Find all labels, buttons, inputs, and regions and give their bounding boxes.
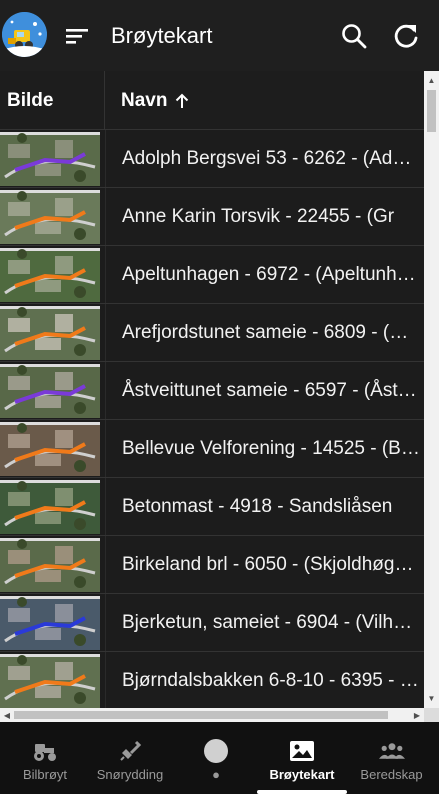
property-name[interactable]: Arefjordstunet sameie - 6809 - (Arefjord… bbox=[122, 304, 420, 361]
property-name[interactable]: Bellevue Velforening - 14525 - (Bellevue… bbox=[122, 420, 420, 477]
map-thumbnail[interactable] bbox=[0, 422, 100, 476]
property-name[interactable]: Bjørndalsbakken 6-8-10 - 6395 - (Bjørnda… bbox=[122, 652, 420, 709]
map-thumbnail[interactable] bbox=[0, 190, 100, 244]
column-divider bbox=[105, 420, 106, 477]
table-row[interactable]: Arefjordstunet sameie - 6809 - (Arefjord… bbox=[0, 304, 424, 362]
sort-menu-icon[interactable] bbox=[62, 22, 90, 50]
table-row[interactable]: Bjerketun, sameiet - 6904 - (Vilhelm) bbox=[0, 594, 424, 652]
column-divider bbox=[105, 478, 106, 535]
map-thumbnail[interactable] bbox=[0, 480, 100, 534]
scroll-up-arrow[interactable]: ▲ bbox=[424, 73, 439, 88]
page-title: Brøytekart bbox=[111, 23, 213, 48]
refresh-icon[interactable] bbox=[392, 22, 420, 50]
sort-ascending-icon bbox=[176, 93, 189, 108]
nav-item-label: ● bbox=[212, 767, 220, 782]
map-thumbnail[interactable] bbox=[0, 538, 100, 592]
property-name[interactable]: Apeltunhagen - 6972 - (Apeltunhagen) bbox=[122, 246, 420, 303]
image-icon bbox=[289, 738, 315, 764]
column-divider bbox=[105, 188, 106, 245]
table-row[interactable]: Bellevue Velforening - 14525 - (Bellevue… bbox=[0, 420, 424, 478]
column-divider bbox=[105, 536, 106, 593]
shovel-icon bbox=[117, 738, 143, 764]
scroll-right-arrow[interactable]: ▶ bbox=[410, 708, 424, 722]
nav-item[interactable]: Brøytekart bbox=[257, 722, 347, 794]
scroll-corner bbox=[424, 708, 439, 722]
nav-item-label: Brøytekart bbox=[269, 767, 335, 782]
column-divider bbox=[105, 130, 106, 187]
column-divider bbox=[105, 652, 106, 709]
nav-item-label: Bilbrøyt bbox=[22, 767, 68, 782]
property-name[interactable]: Adolph Bergsvei 53 - 6262 - (Adolph Berg… bbox=[122, 130, 420, 187]
column-header-image[interactable]: Bilde bbox=[0, 71, 105, 130]
table-row[interactable]: Apeltunhagen - 6972 - (Apeltunhagen) bbox=[0, 246, 424, 304]
bottom-navigation: Bilbrøyt Snørydding ● Brøytekart Beredskap bbox=[0, 722, 439, 794]
tractor-icon bbox=[32, 738, 58, 764]
map-thumbnail[interactable] bbox=[0, 364, 100, 418]
home-indicator bbox=[257, 790, 347, 794]
nav-item[interactable]: ● bbox=[175, 722, 257, 794]
table-row[interactable]: Bjørndalsbakken 6-8-10 - 6395 - (Bjørnda… bbox=[0, 652, 424, 710]
people-icon bbox=[378, 738, 405, 764]
property-name[interactable]: Åstveittunet sameie - 6597 - (Åstveittun… bbox=[122, 362, 420, 419]
app-logo[interactable] bbox=[2, 12, 47, 57]
scroll-down-arrow[interactable]: ▼ bbox=[424, 691, 439, 706]
property-name[interactable]: Birkeland brl - 6050 - (Skjoldhøgda) bbox=[122, 536, 420, 593]
table-row[interactable]: Betonmast - 4918 - Sandsliåsen bbox=[0, 478, 424, 536]
scroll-left-arrow[interactable]: ◀ bbox=[0, 708, 14, 722]
app-bar: Brøytekart bbox=[0, 0, 439, 71]
property-name[interactable]: Betonmast - 4918 - Sandsliåsen bbox=[122, 478, 420, 535]
table-row[interactable]: Birkeland brl - 6050 - (Skjoldhøgda) bbox=[0, 536, 424, 594]
map-thumbnail[interactable] bbox=[0, 654, 100, 708]
column-divider bbox=[105, 246, 106, 303]
column-divider bbox=[105, 304, 106, 361]
vertical-scrollbar[interactable]: ▲ ▼ bbox=[424, 71, 439, 708]
nav-item[interactable]: Bilbrøyt bbox=[0, 722, 90, 794]
column-header-name[interactable]: Navn bbox=[106, 71, 191, 130]
nav-item-label: Snørydding bbox=[96, 767, 164, 782]
property-name[interactable]: Bjerketun, sameiet - 6904 - (Vilhelm) bbox=[122, 594, 420, 651]
column-header-name-label: Navn bbox=[121, 90, 168, 111]
search-icon[interactable] bbox=[340, 22, 368, 50]
table-row[interactable]: Anne Karin Torsvik - 22455 - (Gr bbox=[0, 188, 424, 246]
map-thumbnail[interactable] bbox=[0, 596, 100, 650]
property-table: Bilde Navn Adolph Bergsvei 53 - 6262 - (… bbox=[0, 71, 439, 722]
property-name[interactable]: Anne Karin Torsvik - 22455 - (Gr bbox=[122, 188, 420, 245]
column-divider bbox=[105, 362, 106, 419]
vertical-scroll-thumb[interactable] bbox=[427, 90, 436, 132]
horizontal-scrollbar[interactable]: ◀ ▶ bbox=[0, 708, 424, 722]
circle-icon bbox=[203, 738, 229, 764]
nav-item[interactable]: Beredskap bbox=[344, 722, 439, 794]
nav-item[interactable]: Snørydding bbox=[85, 722, 175, 794]
map-thumbnail[interactable] bbox=[0, 248, 100, 302]
table-body: Adolph Bergsvei 53 - 6262 - (Adolph Berg… bbox=[0, 130, 424, 710]
horizontal-scroll-thumb[interactable] bbox=[14, 711, 388, 719]
table-row[interactable]: Adolph Bergsvei 53 - 6262 - (Adolph Berg… bbox=[0, 130, 424, 188]
table-row[interactable]: Åstveittunet sameie - 6597 - (Åstveittun… bbox=[0, 362, 424, 420]
column-divider bbox=[105, 594, 106, 651]
map-thumbnail[interactable] bbox=[0, 132, 100, 186]
table-header: Bilde Navn bbox=[0, 71, 424, 130]
nav-item-label: Beredskap bbox=[360, 767, 423, 782]
map-thumbnail[interactable] bbox=[0, 306, 100, 360]
